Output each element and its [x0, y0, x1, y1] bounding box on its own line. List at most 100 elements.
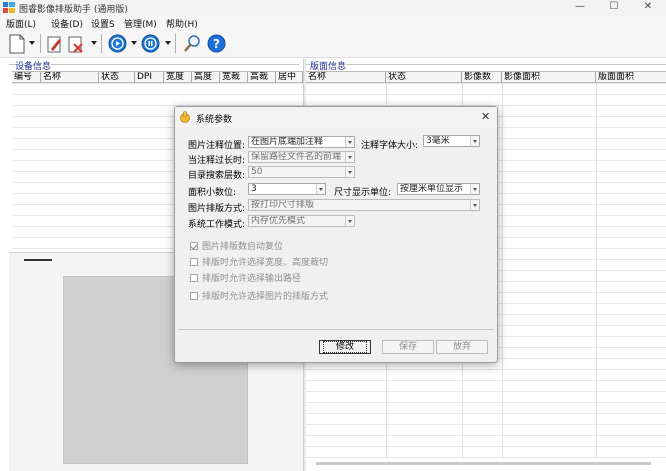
menu-layout[interactable]: 版面(L) — [6, 17, 36, 30]
pause-dropdown-arrow-icon[interactable] — [165, 41, 171, 45]
col-dpi[interactable]: DPI — [135, 72, 164, 83]
menu-manage[interactable]: 管理(M) — [124, 17, 157, 30]
col-width-crop[interactable]: 宽裁 — [220, 72, 248, 83]
modify-button-label: 修改 — [323, 341, 367, 353]
size-unit-select[interactable]: 按厘米单位显示 — [397, 183, 480, 195]
toolbar-separator — [40, 34, 41, 53]
chevron-down-icon[interactable] — [470, 200, 479, 210]
toolbar-separator — [101, 34, 102, 53]
allow-output-path-label: 排版时允许选择输出路径 — [202, 274, 302, 284]
layout-method-label: 图片排版方式: — [188, 204, 246, 214]
toolbar: ? — [0, 30, 666, 58]
dialog-close-button[interactable]: ✕ — [481, 110, 490, 123]
chevron-down-icon[interactable] — [345, 152, 354, 162]
minimize-button[interactable]: — — [563, 0, 597, 16]
col-id[interactable]: 编号 — [12, 72, 41, 83]
window-title: 图睿影像排版助手 (通用版) — [19, 5, 128, 15]
menu-bar: 版面(L) 设备(D) 设置S 管理(M) 帮助(H) — [0, 16, 666, 30]
close-button[interactable]: ✕ — [631, 0, 665, 16]
col-image-count[interactable]: 影像数 — [462, 72, 502, 83]
col-layout-status[interactable]: 状态 — [386, 72, 462, 83]
col-layout-area[interactable]: 版面面积 — [596, 72, 666, 83]
annotation-position-value: 在图片底端加注释 — [251, 137, 324, 147]
layout-method-value: 按打印尺寸排版 — [251, 200, 315, 210]
dir-search-depth-select[interactable]: 50 — [248, 166, 355, 178]
chevron-down-icon[interactable] — [345, 167, 354, 177]
menu-help[interactable]: 帮助(H) — [166, 17, 198, 30]
preview-scroll-handle[interactable] — [24, 259, 52, 261]
new-document-icon[interactable] — [9, 34, 25, 54]
col-status[interactable]: 状态 — [99, 72, 135, 83]
auto-reset-count-label: 图片排版数自动复位 — [202, 242, 284, 252]
annotation-font-size-select[interactable]: 3毫米 — [423, 135, 480, 147]
chevron-down-icon[interactable] — [470, 136, 479, 146]
long-annotation-select[interactable]: 保留路径文件名的前端 — [248, 151, 355, 163]
col-height-crop[interactable]: 高裁 — [248, 72, 276, 83]
group-divider — [306, 64, 666, 65]
allow-layout-method-label: 排版时允许选择图片的排版方式 — [202, 292, 329, 302]
work-mode-value: 内存优先模式 — [251, 216, 306, 226]
dir-search-depth-label: 目录搜索层数: — [188, 171, 246, 181]
dialog-title: 系统参数 — [196, 115, 233, 125]
annotation-position-select[interactable]: 在图片底端加注释 — [248, 136, 355, 148]
col-image-area[interactable]: 影像面积 — [502, 72, 596, 83]
help-icon[interactable]: ? — [207, 34, 226, 53]
menu-device[interactable]: 设备(D) — [51, 17, 83, 30]
col-height[interactable]: 高度 — [192, 72, 220, 83]
save-button[interactable]: 保存 — [382, 340, 434, 354]
discard-button[interactable]: 放弃 — [436, 340, 488, 354]
delete-icon[interactable] — [68, 35, 84, 53]
work-mode-select[interactable]: 内存优先模式 — [248, 215, 355, 227]
checkbox-icon[interactable] — [190, 292, 198, 300]
allow-output-path-checkbox[interactable]: 排版时允许选择输出路径 — [190, 271, 301, 284]
area-decimals-value: 3 — [251, 184, 257, 194]
size-unit-value: 按厘米单位显示 — [400, 184, 464, 194]
group-divider — [9, 64, 299, 65]
dir-search-depth-value: 50 — [251, 167, 263, 177]
allow-crop-label: 排版时允许选择宽度、高度裁切 — [202, 258, 329, 268]
play-dropdown-arrow-icon[interactable] — [131, 41, 137, 45]
title-bar: 图睿影像排版助手 (通用版) — ☐ ✕ — [0, 0, 666, 16]
checkbox-checked-icon[interactable] — [190, 242, 198, 250]
edit-icon[interactable] — [47, 35, 63, 53]
allow-crop-checkbox[interactable]: 排版时允许选择宽度、高度裁切 — [190, 255, 328, 268]
delete-dropdown-arrow-icon[interactable] — [91, 41, 97, 45]
checkbox-icon[interactable] — [190, 258, 198, 266]
layout-table-header: 名称 状态 影像数 影像面积 版面面积 — [306, 71, 666, 83]
dialog-titlebar[interactable]: 系统参数 ✕ — [175, 107, 497, 127]
work-mode-label: 系统工作模式: — [188, 220, 246, 230]
allow-layout-method-checkbox[interactable]: 排版时允许选择图片的排版方式 — [190, 289, 328, 302]
play-icon[interactable] — [108, 34, 127, 53]
annotation-position-label: 图片注释位置: — [188, 141, 246, 151]
chevron-down-icon[interactable] — [470, 184, 479, 194]
auto-reset-count-checkbox[interactable]: 图片排版数自动复位 — [190, 239, 283, 252]
checkbox-icon[interactable] — [190, 274, 198, 282]
maximize-button[interactable]: ☐ — [597, 0, 631, 16]
col-layout-name[interactable]: 名称 — [306, 72, 386, 83]
column-gridline — [596, 83, 597, 459]
long-annotation-label: 当注释过长时: — [188, 156, 246, 166]
app-logo-icon — [3, 2, 15, 13]
chevron-down-icon[interactable] — [316, 184, 325, 194]
col-name[interactable]: 名称 — [41, 72, 99, 83]
horizontal-scrollbar[interactable] — [316, 462, 651, 465]
dialog-separator — [178, 329, 494, 330]
chevron-down-icon[interactable] — [345, 216, 354, 226]
search-icon[interactable] — [183, 34, 202, 53]
toolbar-separator — [175, 34, 176, 53]
device-table-header: 编号 名称 状态 DPI 宽度 高度 宽裁 高裁 居中 — [12, 71, 303, 83]
svg-text:?: ? — [213, 37, 220, 51]
modify-button[interactable]: 修改 — [319, 340, 371, 354]
layout-method-select[interactable]: 按打印尺寸排版 — [248, 199, 480, 211]
chevron-down-icon[interactable] — [345, 137, 354, 147]
menu-settings[interactable]: 设置S — [91, 17, 115, 30]
size-unit-label: 尺寸显示单位: — [334, 188, 392, 198]
pause-icon[interactable] — [141, 34, 160, 53]
area-decimals-select[interactable]: 3 — [248, 183, 326, 195]
col-center[interactable]: 居中 — [276, 72, 303, 83]
column-gridline — [502, 83, 503, 459]
long-annotation-value: 保留路径文件名的前端 — [251, 152, 342, 162]
col-width[interactable]: 宽度 — [164, 72, 192, 83]
new-dropdown-arrow-icon[interactable] — [29, 41, 35, 45]
annotation-font-size-value: 3毫米 — [426, 136, 450, 146]
